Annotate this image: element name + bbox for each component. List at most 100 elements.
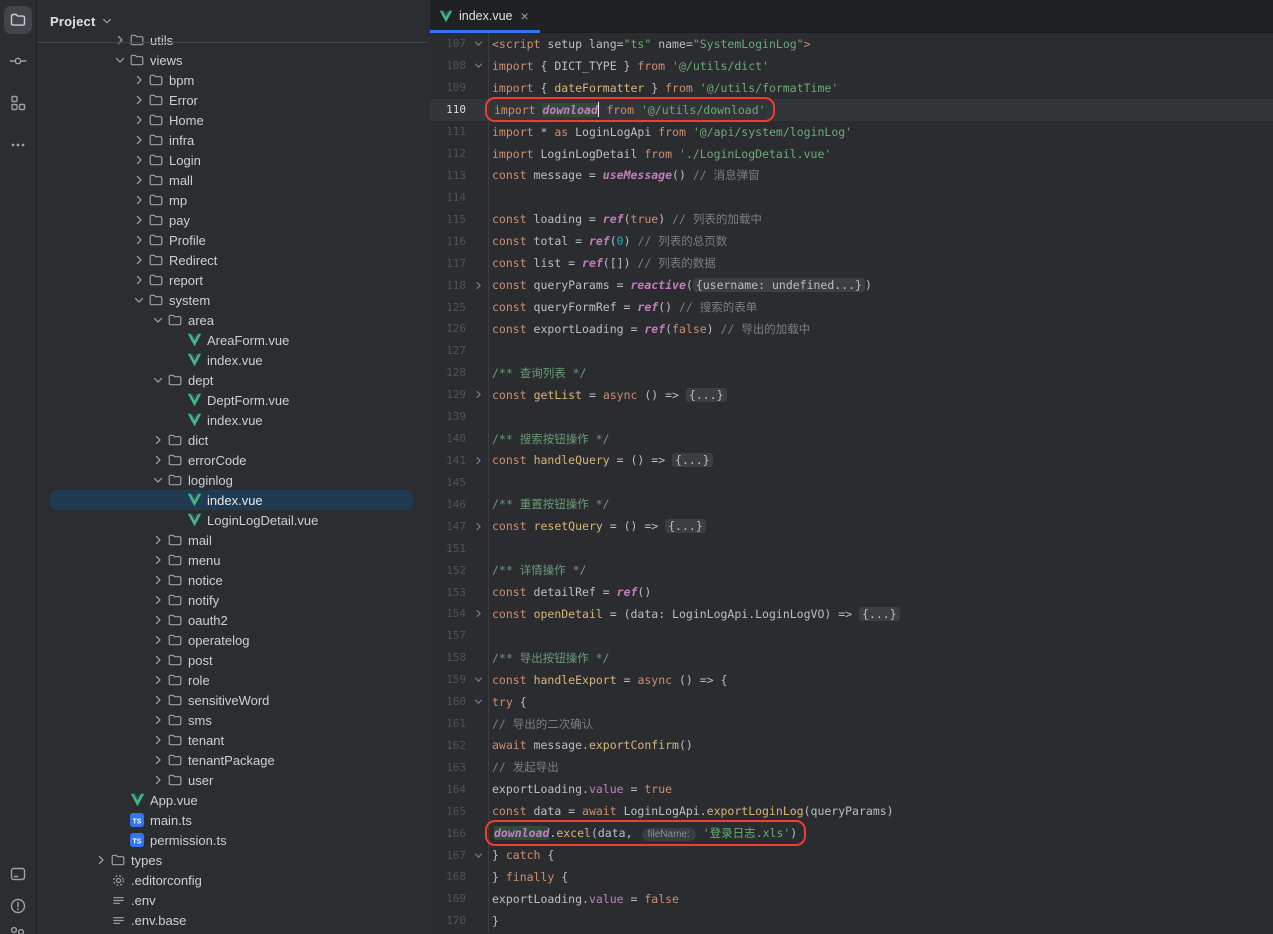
code-line-content[interactable]: import { DICT_TYPE } from '@/utils/dict' bbox=[488, 55, 1273, 77]
code-line-117[interactable]: 117const list = ref([]) // 列表的数据 bbox=[430, 252, 1273, 274]
chevron-right-icon[interactable] bbox=[149, 633, 166, 647]
tree-item-operatelog[interactable]: operatelog bbox=[37, 630, 427, 650]
line-number[interactable]: 157 bbox=[430, 629, 469, 642]
line-number[interactable]: 153 bbox=[430, 586, 469, 599]
line-number[interactable]: 110 bbox=[430, 103, 469, 116]
line-number[interactable]: 112 bbox=[430, 147, 469, 160]
tree-item-Error[interactable]: Error bbox=[37, 90, 427, 110]
code-line-159[interactable]: 159 const handleExport = async () => { bbox=[430, 669, 1273, 691]
code-line-163[interactable]: 163 // 发起导出 bbox=[430, 756, 1273, 778]
tree-item-views[interactable]: views bbox=[37, 50, 427, 70]
line-number[interactable]: 116 bbox=[430, 235, 469, 248]
line-number[interactable]: 107 bbox=[430, 37, 469, 50]
line-number[interactable]: 111 bbox=[430, 125, 469, 138]
code-line-content[interactable]: const queryParams = reactive({username: … bbox=[488, 274, 1273, 296]
code-line-content[interactable]: await message.exportConfirm() bbox=[488, 735, 1273, 757]
code-line-content[interactable]: download.excel(data,fileName:'登录日志.xls') bbox=[488, 822, 1273, 844]
line-number[interactable]: 118 bbox=[430, 279, 469, 292]
tree-item-dict[interactable]: dict bbox=[37, 430, 427, 450]
line-number[interactable]: 117 bbox=[430, 257, 469, 270]
tree-item-types[interactable]: types bbox=[37, 850, 427, 870]
tree-item-user[interactable]: user bbox=[37, 770, 427, 790]
fold-right-icon[interactable] bbox=[469, 515, 488, 537]
tree-item-notice[interactable]: notice bbox=[37, 570, 427, 590]
chevron-right-icon[interactable] bbox=[130, 233, 147, 247]
project-panel-header[interactable]: Project bbox=[37, 0, 114, 42]
code-line-112[interactable]: 112import LoginLogDetail from './LoginLo… bbox=[430, 143, 1273, 165]
code-line-126[interactable]: 126const exportLoading = ref(false) // 导… bbox=[430, 318, 1273, 340]
tree-item-pay[interactable]: pay bbox=[37, 210, 427, 230]
fold-down-icon[interactable] bbox=[469, 691, 488, 713]
chevron-right-icon[interactable] bbox=[149, 733, 166, 747]
line-number[interactable]: 163 bbox=[430, 761, 469, 774]
close-icon[interactable]: × bbox=[521, 9, 529, 23]
code-line-145[interactable]: 145 bbox=[430, 471, 1273, 493]
code-line-content[interactable]: const loading = ref(true) // 列表的加载中 bbox=[488, 208, 1273, 230]
fold-down-icon[interactable] bbox=[469, 844, 488, 866]
tree-item-area[interactable]: area bbox=[37, 310, 427, 330]
chevron-right-icon[interactable] bbox=[149, 693, 166, 707]
tree-item-Redirect[interactable]: Redirect bbox=[37, 250, 427, 270]
folded-region[interactable]: {...} bbox=[665, 519, 706, 533]
tree-item-mail[interactable]: mail bbox=[37, 530, 427, 550]
tree-item-.env[interactable]: .env bbox=[37, 890, 427, 910]
tree-item-mall[interactable]: mall bbox=[37, 170, 427, 190]
chevron-right-icon[interactable] bbox=[149, 773, 166, 787]
code-line-128[interactable]: 128/** 查询列表 */ bbox=[430, 362, 1273, 384]
chevron-down-icon[interactable] bbox=[149, 473, 166, 487]
line-number[interactable]: 128 bbox=[430, 366, 469, 379]
code-line-154[interactable]: 154const openDetail = (data: LoginLogApi… bbox=[430, 603, 1273, 625]
fold-right-icon[interactable] bbox=[469, 603, 488, 625]
line-number[interactable]: 165 bbox=[430, 805, 469, 818]
code-editor[interactable]: 107 <script setup lang="ts" name="SystemL… bbox=[430, 33, 1273, 934]
tree-item-report[interactable]: report bbox=[37, 270, 427, 290]
tree-item-Profile[interactable]: Profile bbox=[37, 230, 427, 250]
line-number[interactable]: 109 bbox=[430, 81, 469, 94]
code-line-content[interactable]: } finally { bbox=[488, 866, 1273, 888]
chevron-right-icon[interactable] bbox=[130, 253, 147, 267]
code-line-127[interactable]: 127 bbox=[430, 340, 1273, 362]
tree-item-notify[interactable]: notify bbox=[37, 590, 427, 610]
code-line-content[interactable]: const handleExport = async () => { bbox=[488, 669, 1273, 691]
code-line-111[interactable]: 111import * as LoginLogApi from '@/api/s… bbox=[430, 121, 1273, 143]
code-line-107[interactable]: 107 <script setup lang="ts" name="SystemL… bbox=[430, 33, 1273, 55]
tree-item-index.vue[interactable]: index.vue bbox=[37, 410, 427, 430]
chevron-right-icon[interactable] bbox=[149, 673, 166, 687]
code-line-147[interactable]: 147const resetQuery = () => {...} bbox=[430, 515, 1273, 537]
commit-tool-button[interactable] bbox=[4, 47, 32, 75]
project-tool-button[interactable] bbox=[4, 6, 32, 34]
folded-region[interactable]: {...} bbox=[686, 388, 727, 402]
chevron-right-icon[interactable] bbox=[130, 113, 147, 127]
line-number[interactable]: 159 bbox=[430, 673, 469, 686]
code-line-content[interactable]: const openDetail = (data: LoginLogApi.Lo… bbox=[488, 603, 1273, 625]
chevron-down-icon[interactable] bbox=[130, 293, 147, 307]
code-line-146[interactable]: 146/** 重置按钮操作 */ bbox=[430, 493, 1273, 515]
code-line-content[interactable] bbox=[488, 471, 1273, 493]
code-line-109[interactable]: 109import { dateFormatter } from '@/util… bbox=[430, 77, 1273, 99]
code-line-162[interactable]: 162 await message.exportConfirm() bbox=[430, 735, 1273, 757]
code-line-169[interactable]: 169 exportLoading.value = false bbox=[430, 888, 1273, 910]
tree-item-oauth2[interactable]: oauth2 bbox=[37, 610, 427, 630]
code-line-129[interactable]: 129const getList = async () => {...} bbox=[430, 384, 1273, 406]
tree-item-sms[interactable]: sms bbox=[37, 710, 427, 730]
code-line-115[interactable]: 115 const loading = ref(true) // 列表的加载中 bbox=[430, 208, 1273, 230]
code-line-content[interactable] bbox=[488, 406, 1273, 428]
line-number[interactable]: 129 bbox=[430, 388, 469, 401]
code-line-content[interactable]: try { bbox=[488, 691, 1273, 713]
tree-item-dept[interactable]: dept bbox=[37, 370, 427, 390]
line-number[interactable]: 115 bbox=[430, 213, 469, 226]
line-number[interactable]: 140 bbox=[430, 432, 469, 445]
chevron-right-icon[interactable] bbox=[130, 93, 147, 107]
chevron-right-icon[interactable] bbox=[130, 193, 147, 207]
code-line-166[interactable]: 166 download.excel(data,fileName:'登录日志.x… bbox=[430, 822, 1273, 844]
tree-item-Login[interactable]: Login bbox=[37, 150, 427, 170]
tree-item-role[interactable]: role bbox=[37, 670, 427, 690]
line-number[interactable]: 146 bbox=[430, 498, 469, 511]
code-line-content[interactable]: import download from '@/utils/download' bbox=[488, 99, 1273, 121]
code-line-content[interactable]: <script setup lang="ts" name="SystemLogi… bbox=[488, 33, 1273, 55]
chevron-right-icon[interactable] bbox=[149, 613, 166, 627]
line-number[interactable]: 113 bbox=[430, 169, 469, 182]
code-line-108[interactable]: 108import { DICT_TYPE } from '@/utils/di… bbox=[430, 55, 1273, 77]
folded-region[interactable]: {...} bbox=[672, 453, 713, 467]
chevron-down-icon[interactable] bbox=[149, 313, 166, 327]
